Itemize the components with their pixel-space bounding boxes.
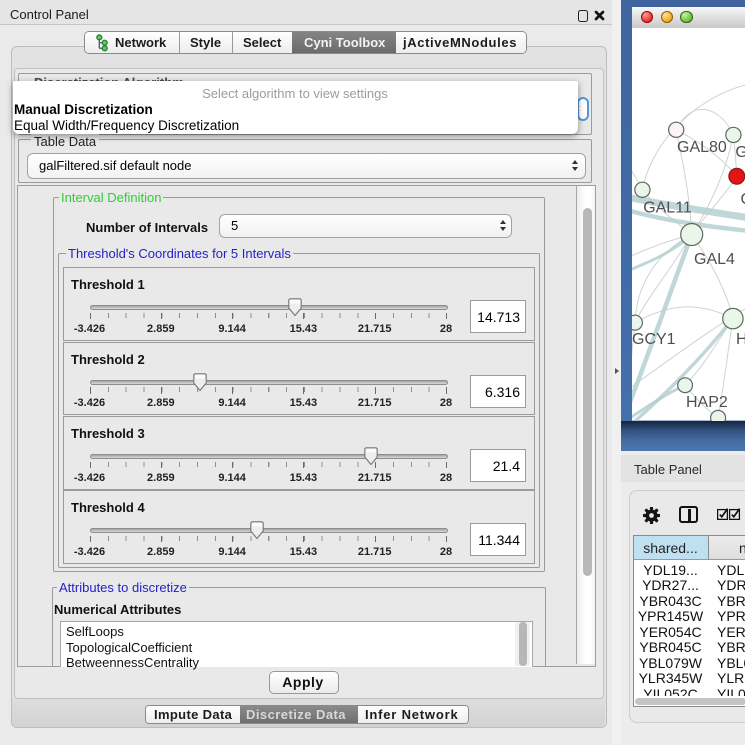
- svg-text:HAP2: HAP2: [686, 394, 728, 411]
- svg-text:GAL11: GAL11: [643, 200, 692, 217]
- svg-text:G...: G...: [735, 144, 745, 161]
- svg-text:H: H: [736, 331, 745, 348]
- svg-text:GCY1: GCY1: [632, 331, 676, 348]
- svg-text:GAL80: GAL80: [677, 139, 727, 156]
- svg-text:C: C: [740, 191, 745, 208]
- svg-text:GAL4: GAL4: [694, 251, 735, 268]
